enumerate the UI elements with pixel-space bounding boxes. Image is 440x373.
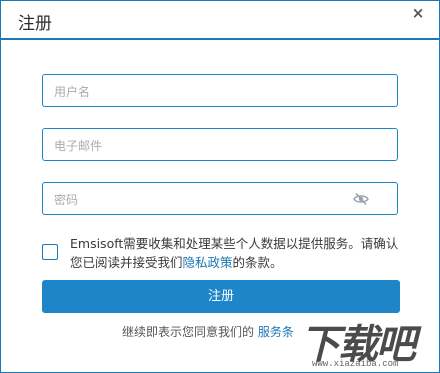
dialog-title: 注册 bbox=[18, 14, 52, 34]
consent-text: Emsisoft需要收集和处理某些个人数据以提供服务。请确认您已阅读并接受我们隐… bbox=[70, 234, 400, 272]
consent-text-after: 的条款。 bbox=[232, 255, 283, 270]
footer-terms: 继续即表示您同意我们的 服务条 bbox=[122, 323, 294, 340]
username-placeholder: 用户名 bbox=[54, 85, 91, 99]
password-placeholder: 密码 bbox=[54, 193, 79, 207]
email-placeholder: 电子邮件 bbox=[54, 139, 103, 153]
register-dialog: 注册 × 用户名 电子邮件 密码 Emsisoft需要收集和处理某些个人数据以提… bbox=[0, 0, 440, 373]
close-icon[interactable]: × bbox=[410, 5, 426, 21]
privacy-policy-link[interactable]: 隐私政策 bbox=[183, 255, 233, 270]
dialog-header: 注册 × bbox=[1, 1, 439, 40]
register-button[interactable]: 注册 bbox=[42, 280, 400, 313]
footer-text: 继续即表示您同意我们的 bbox=[122, 325, 255, 339]
consent-checkbox[interactable] bbox=[42, 244, 58, 260]
terms-of-service-link[interactable]: 服务条 bbox=[258, 325, 294, 339]
eye-slash-icon[interactable] bbox=[353, 192, 369, 206]
username-field[interactable]: 用户名 bbox=[42, 74, 398, 107]
email-field[interactable]: 电子邮件 bbox=[42, 128, 398, 161]
password-field[interactable]: 密码 bbox=[42, 182, 398, 215]
